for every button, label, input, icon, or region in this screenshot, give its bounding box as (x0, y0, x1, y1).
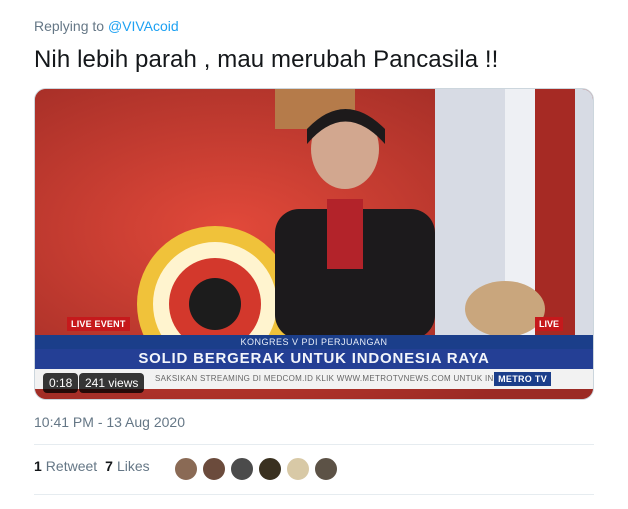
avatar[interactable] (314, 457, 338, 481)
lower-third-title: SOLID BERGERAK UNTUK INDONESIA RAYA (35, 349, 593, 369)
avatar[interactable] (258, 457, 282, 481)
live-badge: LIVE (534, 317, 563, 331)
video-duration: 0:18 (43, 373, 79, 393)
likes-label: Likes (116, 458, 150, 474)
replying-to-label: Replying to (34, 18, 105, 34)
retweets-stat[interactable]: 1 Retweet (34, 458, 97, 474)
divider (34, 494, 594, 495)
replied-handle-link[interactable]: @VIVAcoid (108, 18, 179, 34)
avatar[interactable] (174, 457, 198, 481)
avatar[interactable] (286, 457, 310, 481)
likes-count: 7 (105, 458, 113, 474)
tweet-text: Nih lebih parah , mau merubah Pancasila … (34, 46, 499, 73)
video-player[interactable]: LIVE EVENT LIVE KONGRES V PDI PERJUANGAN… (34, 88, 594, 400)
video-views: 241 views (79, 373, 145, 393)
live-event-badge: LIVE EVENT (67, 317, 130, 331)
lower-third-subtitle: KONGRES V PDI PERJUANGAN (35, 335, 593, 349)
tweet-timestamp[interactable]: 10:41 PM - 13 Aug 2020 (34, 414, 185, 430)
retweets-count: 1 (34, 458, 42, 474)
engagement-stats: 1 Retweet 7 Likes (34, 458, 150, 474)
liker-avatars (174, 457, 338, 481)
likes-stat[interactable]: 7 Likes (105, 458, 149, 474)
avatar[interactable] (202, 457, 226, 481)
retweets-label: Retweet (45, 458, 98, 474)
channel-logo: METRO TV (494, 372, 551, 386)
replying-to: Replying to @VIVAcoid (34, 18, 179, 34)
avatar[interactable] (230, 457, 254, 481)
divider (34, 444, 594, 445)
ticker-text: SAKSIKAN STREAMING DI MEDCOM.ID KLIK WWW… (155, 374, 533, 383)
